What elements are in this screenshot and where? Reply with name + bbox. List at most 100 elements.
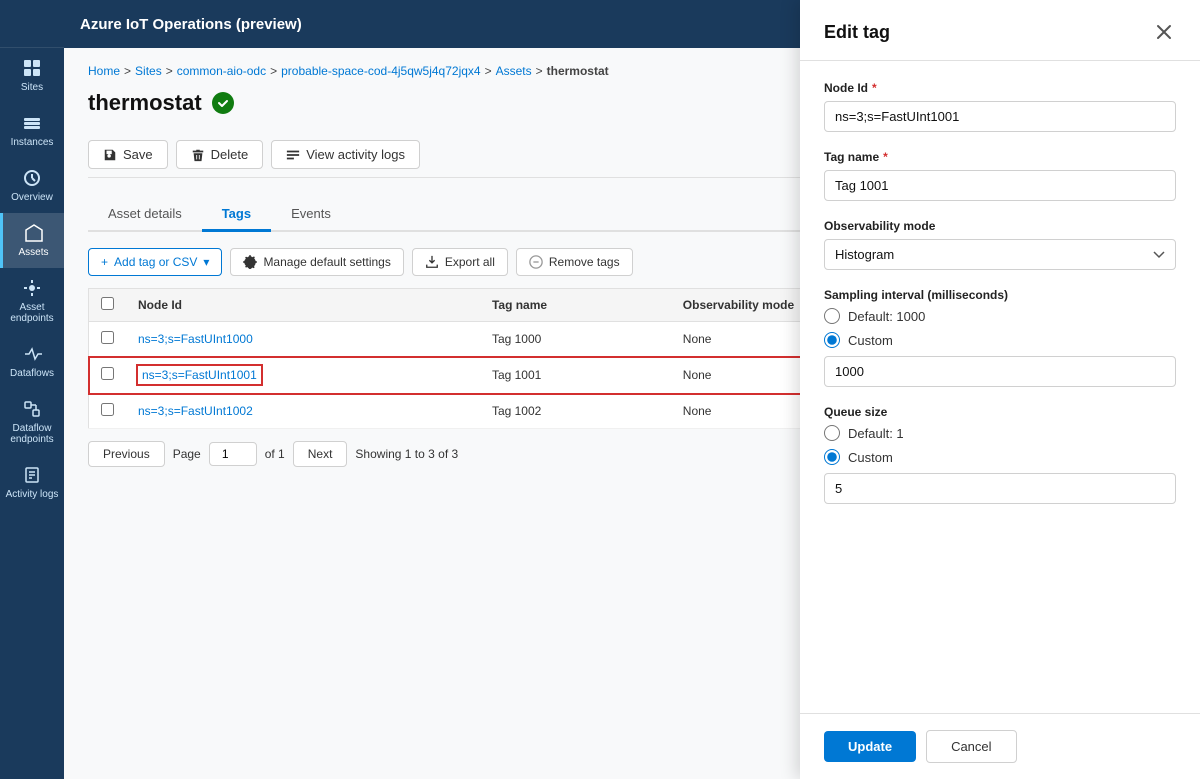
tab-events[interactable]: Events: [271, 198, 351, 232]
node-id-label: Node Id *: [824, 81, 1176, 95]
cancel-button[interactable]: Cancel: [926, 730, 1016, 763]
queue-default-option[interactable]: Default: 1: [824, 425, 1176, 441]
obs-mode-group: Observability mode None Gauge Counter Hi…: [824, 219, 1176, 270]
sampling-radio-group: Default: 1000 Custom: [824, 308, 1176, 348]
close-button[interactable]: [1152, 20, 1176, 44]
sidebar-item-activity-logs-label: Activity logs: [6, 489, 59, 500]
node-id-link-1[interactable]: ns=3;s=FastUInt1000: [138, 332, 253, 346]
queue-custom-option[interactable]: Custom: [824, 449, 1176, 465]
sidebar-item-dataflows[interactable]: Dataflows: [0, 334, 64, 389]
edit-panel-header: Edit tag: [800, 0, 1200, 61]
delete-label: Delete: [211, 147, 249, 162]
view-activity-logs-button[interactable]: View activity logs: [271, 140, 420, 169]
add-tag-button[interactable]: + Add tag or CSV ▾: [88, 248, 222, 276]
node-id-group: Node Id *: [824, 81, 1176, 132]
breadcrumb-odc[interactable]: common-aio-odc: [177, 64, 266, 78]
next-button[interactable]: Next: [293, 441, 348, 467]
save-label: Save: [123, 147, 153, 162]
sidebar-item-dataflow-endpoints[interactable]: Dataflow endpoints: [0, 389, 64, 455]
sidebar-item-instances[interactable]: Instances: [0, 103, 64, 158]
view-activity-logs-label: View activity logs: [306, 147, 405, 162]
manage-settings-button[interactable]: Manage default settings: [230, 248, 403, 276]
sampling-custom-option[interactable]: Custom: [824, 332, 1176, 348]
queue-custom-input[interactable]: [824, 473, 1176, 504]
export-button[interactable]: Export all: [412, 248, 508, 276]
tag-name-3: Tag 1002: [480, 394, 671, 429]
remove-icon: [529, 255, 543, 269]
breadcrumb-sites[interactable]: Sites: [135, 64, 162, 78]
node-id-link-3[interactable]: ns=3;s=FastUInt1002: [138, 404, 253, 418]
sampling-default-option[interactable]: Default: 1000: [824, 308, 1176, 324]
settings-icon: [243, 255, 257, 269]
page-input[interactable]: [209, 442, 257, 466]
queue-size-group: Queue size Default: 1 Custom: [824, 405, 1176, 504]
queue-default-radio[interactable]: [824, 425, 840, 441]
close-icon: [1156, 24, 1172, 40]
sampling-group: Sampling interval (milliseconds) Default…: [824, 288, 1176, 387]
app-title: Azure IoT Operations (preview): [80, 16, 302, 33]
sidebar-item-activity-logs[interactable]: Activity logs: [0, 455, 64, 510]
obs-mode-label: Observability mode: [824, 219, 1176, 233]
tab-asset-details[interactable]: Asset details: [88, 198, 202, 232]
edit-panel-body: Node Id * Tag name * Observability mode …: [800, 61, 1200, 713]
sidebar-item-asset-endpoints-label: Asset endpoints: [4, 302, 60, 324]
delete-button[interactable]: Delete: [176, 140, 264, 169]
node-id-header: Node Id: [126, 289, 480, 322]
remove-tags-button[interactable]: Remove tags: [516, 248, 633, 276]
breadcrumb-home[interactable]: Home: [88, 64, 120, 78]
row1-checkbox[interactable]: [101, 331, 114, 344]
add-tag-label: Add tag or CSV: [114, 255, 197, 269]
remove-tags-label: Remove tags: [549, 255, 620, 269]
row3-checkbox[interactable]: [101, 403, 114, 416]
sidebar-header: [0, 0, 64, 48]
tag-name-2: Tag 1001: [480, 357, 671, 394]
delete-icon: [191, 148, 205, 162]
breadcrumb-assets[interactable]: Assets: [496, 64, 532, 78]
export-icon: [425, 255, 439, 269]
tag-name-1: Tag 1000: [480, 322, 671, 357]
node-id-input[interactable]: [824, 101, 1176, 132]
status-icon: [212, 92, 234, 114]
breadcrumb-current: thermostat: [547, 64, 609, 78]
queue-custom-radio[interactable]: [824, 449, 840, 465]
tag-name-label: Tag name *: [824, 150, 1176, 164]
of-label: of 1: [265, 447, 285, 461]
tag-name-group: Tag name *: [824, 150, 1176, 201]
activity-logs-icon: [286, 148, 300, 162]
sidebar-item-dataflows-label: Dataflows: [10, 368, 54, 379]
tag-name-header: Tag name: [480, 289, 671, 322]
node-id-link-2[interactable]: ns=3;s=FastUInt1001: [138, 366, 261, 384]
queue-radio-group: Default: 1 Custom: [824, 425, 1176, 465]
sampling-default-radio[interactable]: [824, 308, 840, 324]
manage-settings-label: Manage default settings: [263, 255, 390, 269]
update-button[interactable]: Update: [824, 731, 916, 762]
sidebar-item-overview-label: Overview: [11, 192, 53, 203]
previous-button[interactable]: Previous: [88, 441, 165, 467]
obs-mode-select[interactable]: None Gauge Counter Histogram Log: [824, 239, 1176, 270]
save-button[interactable]: Save: [88, 140, 168, 169]
select-all-checkbox[interactable]: [101, 297, 114, 310]
sidebar-item-asset-endpoints[interactable]: Asset endpoints: [0, 268, 64, 334]
breadcrumb-space[interactable]: probable-space-cod-4j5qw5j4q72jqx4: [281, 64, 480, 78]
tag-name-input[interactable]: [824, 170, 1176, 201]
pagination-status: Showing 1 to 3 of 3: [355, 447, 458, 461]
queue-size-label: Queue size: [824, 405, 1176, 419]
tab-tags[interactable]: Tags: [202, 198, 271, 232]
sidebar-item-instances-label: Instances: [11, 137, 54, 148]
sidebar-item-assets-label: Assets: [18, 247, 48, 258]
sidebar-item-assets[interactable]: Assets: [0, 213, 64, 268]
edit-panel-footer: Update Cancel: [800, 713, 1200, 779]
export-label: Export all: [445, 255, 495, 269]
save-icon: [103, 148, 117, 162]
edit-panel: Edit tag Node Id * Tag name * Observabil…: [800, 0, 1200, 779]
select-all-header: [89, 289, 127, 322]
sampling-custom-input[interactable]: [824, 356, 1176, 387]
row2-checkbox[interactable]: [101, 367, 114, 380]
edit-panel-title: Edit tag: [824, 22, 890, 43]
sidebar-item-overview[interactable]: Overview: [0, 158, 64, 213]
sampling-label: Sampling interval (milliseconds): [824, 288, 1176, 302]
sampling-custom-radio[interactable]: [824, 332, 840, 348]
sidebar-item-sites[interactable]: Sites: [0, 48, 64, 103]
sidebar: Sites Instances Overview Assets Asset en…: [0, 0, 64, 779]
sidebar-item-sites-label: Sites: [21, 82, 43, 93]
